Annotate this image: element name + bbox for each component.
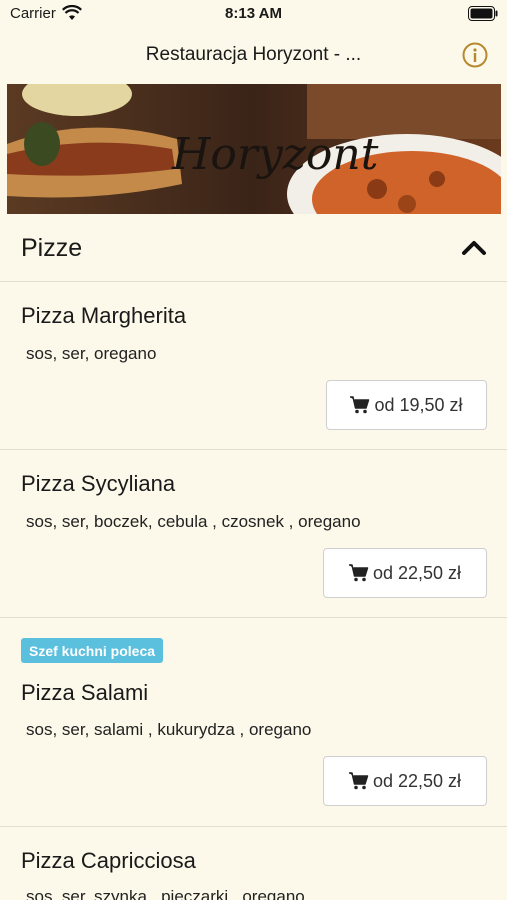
restaurant-banner-image: Horyzont [7,84,501,214]
item-name: Pizza Sycyliana [21,471,176,496]
menu-item: Pizza Margherita sos, ser, oregano od 19… [0,283,507,450]
item-description: sos, ser, salami , kukurydza , oregano [26,720,312,739]
price-label: od 19,50 zł [374,394,463,415]
cart-icon [348,772,369,790]
menu-item: Pizza Capricciosa sos, ser, szynka , pie… [0,828,507,900]
section-header-pizze[interactable]: Pizze [0,214,507,282]
item-description: sos, ser, oregano [26,344,157,363]
menu-item: Pizza Sycyliana sos, ser, boczek, cebula… [0,451,507,618]
item-name: Pizza Capricciosa [21,848,196,873]
price-label: od 22,50 zł [372,770,462,791]
battery-icon [468,6,498,21]
cart-icon [350,396,370,414]
price-label: od 22,50 zł [372,562,462,583]
item-name: Pizza Salami [21,680,149,705]
navigation-bar: Restauracja Horyzont - ... [0,28,507,83]
item-description: sos, ser, szynka , pieczarki , oregano [26,887,305,900]
banner-logo-text: Horyzont [171,129,379,180]
item-description: sos, ser, boczek, cebula , czosnek , ore… [26,512,361,531]
section-title: Pizze [21,234,83,262]
add-to-cart-button[interactable]: od 22,50 zł [323,756,487,806]
item-name: Pizza Margherita [21,303,187,328]
chevron-up-icon[interactable] [461,238,487,256]
status-time: 8:13 AM [225,5,282,22]
chef-recommends-badge: Szef kuchni poleca [21,638,164,663]
add-to-cart-button[interactable]: od 19,50 zł [326,380,487,430]
cart-icon [348,564,369,582]
page-title: Restauracja Horyzont - ... [145,44,362,65]
add-to-cart-button[interactable]: od 22,50 zł [323,548,487,598]
info-icon[interactable] [462,42,488,68]
status-bar: Carrier 8:13 AM [0,0,507,28]
menu-item: Szef kuchni poleca Pizza Salami sos, ser… [0,619,507,827]
banner-photo: Horyzont [7,84,501,214]
